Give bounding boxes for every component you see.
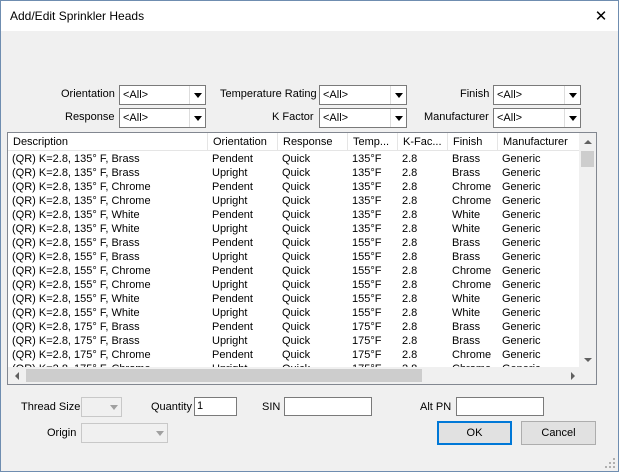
quantity-label: Quantity [151, 401, 192, 413]
resize-grip-icon[interactable] [604, 457, 616, 469]
vertical-scroll-thumb[interactable] [581, 151, 594, 167]
column-header-temperature[interactable]: Temp... [348, 133, 398, 151]
scroll-up-icon[interactable] [579, 133, 596, 150]
table-row[interactable]: (QR) K=2.8, 135° F, White Pendent Quick 135… [8, 208, 583, 222]
ok-button[interactable]: OK [437, 421, 512, 445]
list-header: Description Orientation Response Temp...… [8, 133, 583, 151]
column-header-response[interactable]: Response [278, 133, 348, 151]
chevron-down-icon[interactable] [564, 86, 580, 104]
alt-pn-input[interactable] [456, 397, 544, 416]
column-header-k-factor[interactable]: K-Fac... [398, 133, 448, 151]
list-rows: (QR) K=2.8, 135° F, Brass Pendent Quick 135… [8, 152, 583, 376]
column-header-finish[interactable]: Finish [448, 133, 498, 151]
chevron-down-icon [151, 424, 167, 442]
dialog-title: Add/Edit Sprinkler Heads [10, 9, 145, 23]
sprinkler-head-list[interactable]: Description Orientation Response Temp...… [7, 132, 597, 385]
thread-size-label: Thread Size [21, 401, 81, 413]
column-header-description[interactable]: Description [8, 133, 208, 151]
finish-value: <All> [497, 89, 523, 101]
manufacturer-combo[interactable]: <All> [493, 108, 581, 128]
origin-combo [81, 423, 168, 443]
manufacturer-value: <All> [497, 112, 523, 124]
table-row[interactable]: (QR) K=2.8, 135° F, Brass Pendent Quick 135… [8, 152, 583, 166]
horizontal-scrollbar[interactable] [8, 367, 581, 384]
table-row[interactable]: (QR) K=2.8, 155° F, Brass Pendent Quick 155… [8, 236, 583, 250]
response-combo[interactable]: <All> [119, 108, 206, 128]
table-row[interactable]: (QR) K=2.8, 135° F, Chrome Pendent Quick 13… [8, 180, 583, 194]
k-factor-value: <All> [323, 112, 349, 124]
origin-label: Origin [47, 427, 77, 439]
table-row[interactable]: (QR) K=2.8, 175° F, Brass Upright Quick 175… [8, 334, 583, 348]
alt-pn-label: Alt PN [420, 401, 452, 413]
close-button[interactable]: ✕ [584, 1, 618, 31]
orientation-label: Orientation [61, 88, 115, 100]
temperature-rating-combo[interactable]: <All> [319, 85, 407, 105]
column-header-manufacturer[interactable]: Manufacturer [498, 133, 583, 151]
chevron-down-icon[interactable] [189, 86, 205, 104]
finish-combo[interactable]: <All> [493, 85, 581, 105]
quantity-input[interactable]: 1 [194, 397, 237, 416]
sin-input[interactable] [284, 397, 372, 416]
table-row[interactable]: (QR) K=2.8, 175° F, Brass Pendent Quick 175… [8, 320, 583, 334]
column-header-orientation[interactable]: Orientation [208, 133, 278, 151]
response-value: <All> [123, 112, 149, 124]
table-row[interactable]: (QR) K=2.8, 135° F, Brass Upright Quick 135… [8, 166, 583, 180]
orientation-combo[interactable]: <All> [119, 85, 206, 105]
temperature-rating-value: <All> [323, 89, 349, 101]
chevron-down-icon [105, 398, 121, 416]
close-icon: ✕ [594, 8, 608, 25]
cancel-button[interactable]: Cancel [521, 421, 596, 445]
response-label: Response [65, 111, 115, 123]
table-row[interactable]: (QR) K=2.8, 155° F, Brass Upright Quick 155… [8, 250, 583, 264]
table-row[interactable]: (QR) K=2.8, 155° F, White Pendent Quick 155… [8, 292, 583, 306]
orientation-value: <All> [123, 89, 149, 101]
scroll-down-icon[interactable] [579, 351, 596, 368]
temperature-rating-label: Temperature Rating [220, 88, 317, 100]
manufacturer-label: Manufacturer [424, 111, 489, 123]
finish-label: Finish [460, 88, 490, 100]
chevron-down-icon[interactable] [564, 109, 580, 127]
chevron-down-icon[interactable] [189, 109, 205, 127]
horizontal-scroll-thumb[interactable] [26, 369, 422, 382]
table-row[interactable]: (QR) K=2.8, 155° F, Chrome Upright Quick 15… [8, 278, 583, 292]
table-row[interactable]: (QR) K=2.8, 175° F, Chrome Pendent Quick 17… [8, 348, 583, 362]
table-row[interactable]: (QR) K=2.8, 135° F, White Upright Quick 135… [8, 222, 583, 236]
thread-size-combo [81, 397, 122, 417]
title-bar[interactable]: Add/Edit Sprinkler Heads ✕ [1, 1, 618, 31]
table-row[interactable]: (QR) K=2.8, 155° F, White Upright Quick 155… [8, 306, 583, 320]
sin-label: SIN [262, 401, 281, 413]
scrollbar-corner [579, 367, 596, 384]
table-row[interactable]: (QR) K=2.8, 135° F, Chrome Upright Quick 13… [8, 194, 583, 208]
scroll-left-icon[interactable] [8, 367, 25, 384]
dialog-window: Add/Edit Sprinkler Heads ✕ Orientation <… [0, 0, 619, 472]
k-factor-combo[interactable]: <All> [319, 108, 407, 128]
k-factor-label: K Factor [272, 111, 314, 123]
chevron-down-icon[interactable] [390, 86, 406, 104]
table-row[interactable]: (QR) K=2.8, 155° F, Chrome Pendent Quick 15… [8, 264, 583, 278]
vertical-scrollbar[interactable] [579, 133, 596, 368]
chevron-down-icon[interactable] [390, 109, 406, 127]
